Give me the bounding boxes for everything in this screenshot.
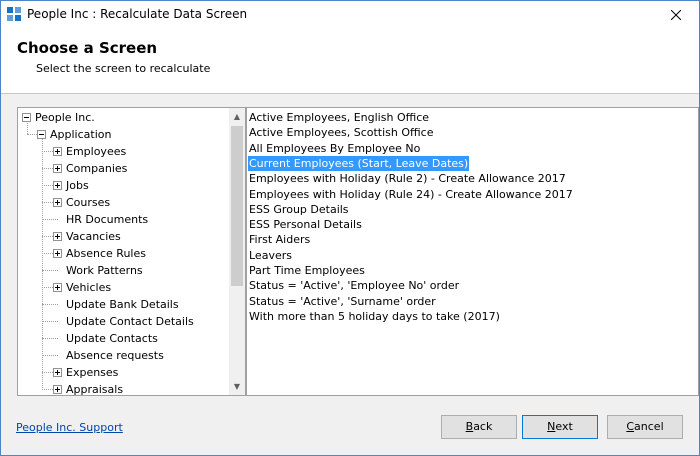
collapse-icon[interactable]: [37, 130, 46, 139]
support-link[interactable]: People Inc. Support: [16, 421, 123, 434]
tree-item-label: Absence requests: [66, 349, 164, 362]
tree-item-label: Update Contacts: [66, 332, 158, 345]
screen-list-item[interactable]: Status = 'Active', 'Employee No' order: [248, 278, 460, 293]
tree-item-label: Employees: [66, 145, 127, 158]
screen-list-item[interactable]: Part Time Employees: [248, 263, 366, 278]
cancel-button[interactable]: Cancel: [607, 415, 683, 439]
tree-line: [42, 151, 53, 152]
tree-line: [42, 168, 53, 169]
tree-item-label: Expenses: [66, 366, 119, 379]
expand-icon[interactable]: [53, 368, 62, 377]
tree-item-label: Absence Rules: [66, 247, 146, 260]
page-subtitle: Select the screen to recalculate: [36, 62, 211, 75]
page-title: Choose a Screen: [17, 39, 158, 57]
screen-list-item[interactable]: Active Employees, English Office: [248, 110, 430, 125]
screen-list-item[interactable]: ESS Personal Details: [248, 217, 363, 232]
tree-item-label: Vacancies: [66, 230, 121, 243]
screen-list-item[interactable]: Status = 'Active', 'Surname' order: [248, 294, 437, 309]
screen-list-item[interactable]: Current Employees (Start, Leave Dates): [248, 155, 470, 171]
window-title: People Inc : Recalculate Data Screen: [27, 7, 248, 21]
tree-scrollbar[interactable]: ▲ ▼: [229, 108, 245, 395]
next-button[interactable]: Next: [522, 415, 598, 439]
tree-line: [42, 185, 53, 186]
screen-list-item[interactable]: With more than 5 holiday days to take (2…: [248, 309, 501, 324]
tree-item-label: HR Documents: [66, 213, 149, 226]
scroll-down-icon[interactable]: ▼: [229, 378, 245, 395]
tree-line: [42, 287, 53, 288]
tree-item-label: Work Patterns: [66, 264, 143, 277]
tree-item-label: Jobs: [66, 179, 89, 192]
screen-list-item[interactable]: Employees with Holiday (Rule 2) - Create…: [248, 171, 567, 186]
back-button[interactable]: Back: [441, 415, 517, 439]
screen-list-item[interactable]: Leavers: [248, 248, 293, 263]
tree-line: [42, 219, 58, 220]
tree-line: [42, 355, 58, 356]
tree-line: [42, 202, 53, 203]
screen-list-item[interactable]: First Aiders: [248, 232, 311, 247]
expand-icon[interactable]: [53, 232, 62, 241]
expand-icon[interactable]: [53, 283, 62, 292]
tree-line: [42, 137, 43, 390]
close-icon: [671, 10, 681, 20]
tree-line: [42, 304, 58, 305]
tree-line: [42, 270, 58, 271]
tree-item-label: Companies: [66, 162, 128, 175]
tree-line: [42, 321, 58, 322]
collapse-icon[interactable]: [22, 113, 31, 122]
tree-item-label: Appraisals: [66, 383, 124, 396]
expand-icon[interactable]: [53, 147, 62, 156]
app-icon: [7, 7, 21, 21]
expand-icon[interactable]: [53, 385, 62, 394]
tree-line: [42, 253, 53, 254]
screen-list-item[interactable]: Active Employees, Scottish Office: [248, 125, 434, 140]
expand-icon[interactable]: [53, 198, 62, 207]
close-button[interactable]: [653, 1, 699, 29]
tree-item-label: Application: [50, 128, 112, 141]
tree-line: [42, 372, 53, 373]
tree-content: People Inc. Application Employees Compani…: [18, 108, 228, 395]
title-bar: People Inc : Recalculate Data Screen: [1, 1, 699, 29]
tree-line: [27, 120, 28, 134]
expand-icon[interactable]: [53, 181, 62, 190]
screen-list-item[interactable]: ESS Group Details: [248, 202, 350, 217]
module-tree[interactable]: People Inc. Application Employees Compani…: [17, 107, 246, 396]
screen-list-item[interactable]: All Employees By Employee No: [248, 141, 421, 156]
tree-item-label: People Inc.: [35, 111, 95, 124]
tree-line: [42, 338, 58, 339]
wizard-header: Choose a Screen Select the screen to rec…: [1, 29, 699, 94]
tree-item-label: Vehicles: [66, 281, 112, 294]
tree-line: [42, 389, 53, 390]
tree-line: [42, 236, 53, 237]
scroll-thumb[interactable]: [231, 126, 243, 286]
expand-icon[interactable]: [53, 249, 62, 258]
tree-item-label: Courses: [66, 196, 111, 209]
screen-list-item[interactable]: Employees with Holiday (Rule 24) - Creat…: [248, 187, 574, 202]
screen-list[interactable]: Active Employees, English Office Active E…: [246, 107, 699, 396]
expand-icon[interactable]: [53, 164, 62, 173]
tree-item-label: Update Bank Details: [66, 298, 179, 311]
tree-item-label: Update Contact Details: [66, 315, 194, 328]
scroll-up-icon[interactable]: ▲: [229, 108, 245, 125]
